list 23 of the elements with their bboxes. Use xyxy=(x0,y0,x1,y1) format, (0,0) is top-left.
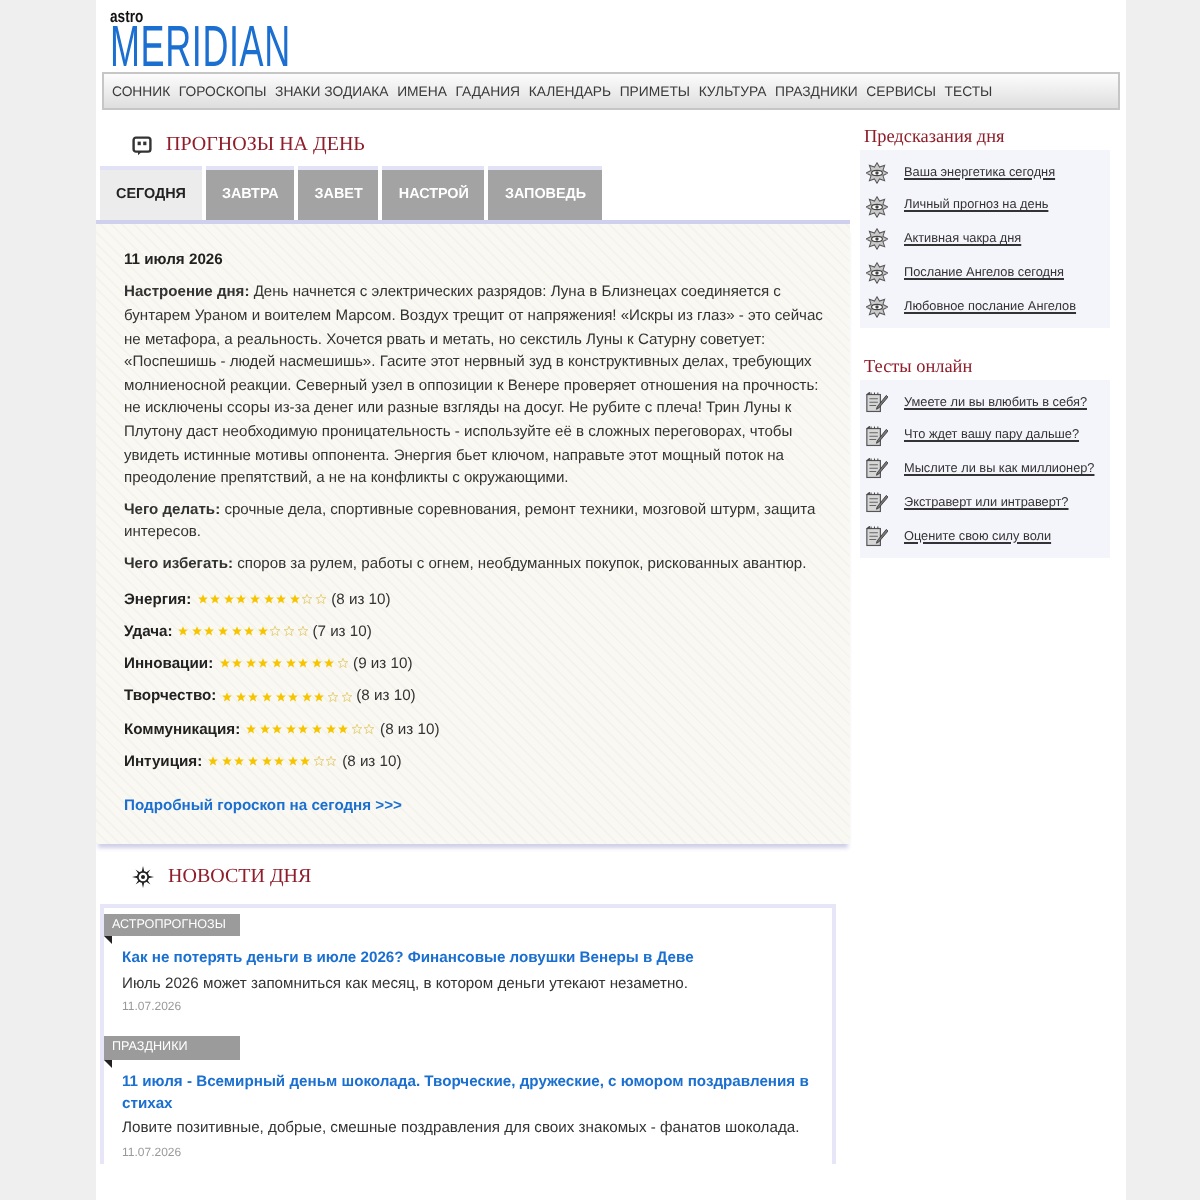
eye-star-icon xyxy=(866,195,888,218)
eye-star-icon xyxy=(866,228,888,251)
compass-rose-icon xyxy=(132,866,154,889)
notepad-pencil-icon xyxy=(866,526,888,549)
section-heading: ПРОГНОЗЫ НА ДЕНЬ xyxy=(166,132,365,160)
empty-star-icon xyxy=(316,594,326,605)
speech-bubble-icon xyxy=(132,135,152,155)
logo-wordmark[interactable]: MERIDIAN xyxy=(110,26,291,70)
eye-star-icon xyxy=(866,262,888,285)
logo-prefix[interactable]: astro xyxy=(110,8,144,26)
notepad-pencil-icon xyxy=(866,425,888,448)
filled-star-icon xyxy=(262,691,272,702)
section-heading: НОВОСТИ ДНЯ xyxy=(168,864,312,893)
sidebar-heading: Предсказания дня xyxy=(864,126,1007,148)
notepad-pencil-icon xyxy=(866,458,888,481)
sidebar-heading: Тесты онлайн xyxy=(864,355,975,378)
empty-star-icon xyxy=(341,691,352,702)
notepad-pencil-icon xyxy=(866,492,888,515)
ribbon-fold-icon xyxy=(104,1059,112,1068)
eye-star-icon xyxy=(866,161,888,184)
eye-star-icon xyxy=(866,296,888,319)
ribbon-fold-icon xyxy=(104,936,112,945)
notepad-pencil-icon xyxy=(866,391,888,414)
